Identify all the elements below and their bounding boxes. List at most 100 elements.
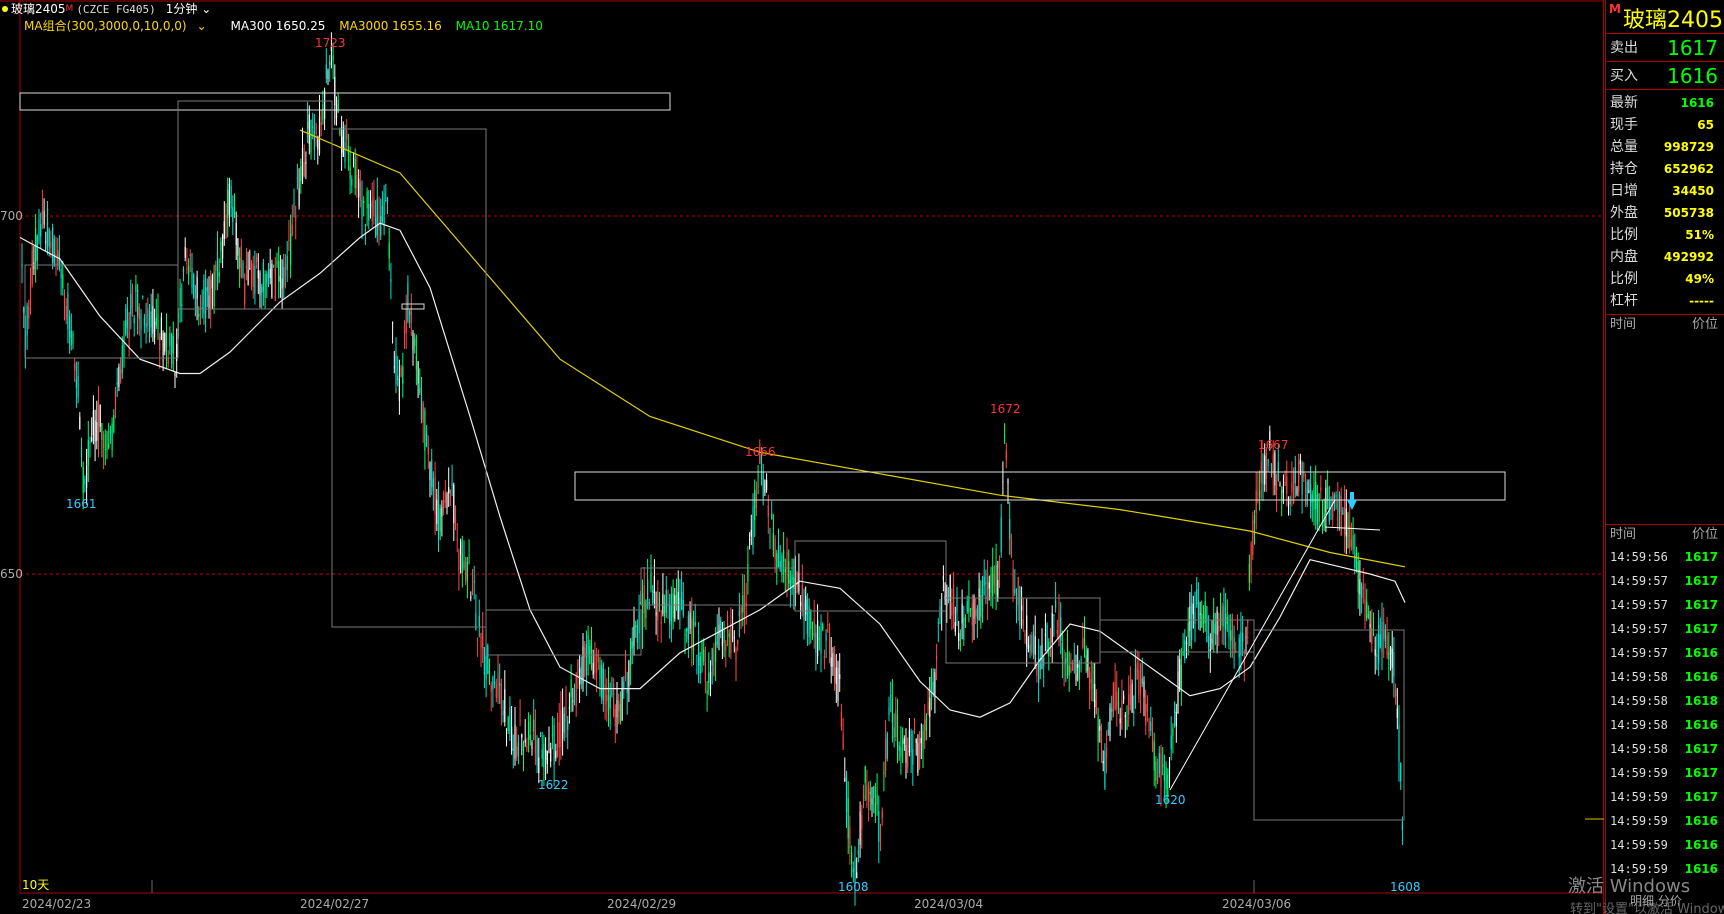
candle-body bbox=[1007, 479, 1009, 484]
candle-body bbox=[857, 850, 859, 855]
candle-body bbox=[383, 202, 385, 227]
candle-body bbox=[140, 313, 142, 329]
candle-body bbox=[1099, 726, 1101, 731]
candle-body bbox=[402, 366, 404, 384]
tick-price: 1617 bbox=[1684, 598, 1718, 612]
candle-body bbox=[1051, 612, 1053, 643]
ma-group-selector[interactable]: MA组合(300,3000,0,10,0,0) ⌄ bbox=[24, 19, 217, 33]
candle-body bbox=[575, 676, 577, 707]
candle-body bbox=[742, 595, 744, 613]
candle-body bbox=[708, 672, 710, 684]
stat-value: 998729 bbox=[1663, 140, 1714, 154]
candle-body bbox=[862, 795, 865, 798]
tick-price: 1616 bbox=[1684, 646, 1718, 660]
candle-body bbox=[79, 416, 81, 429]
candle-body bbox=[1034, 636, 1036, 655]
candle-body bbox=[669, 605, 671, 625]
candle-body bbox=[121, 345, 123, 373]
candle-body bbox=[1296, 487, 1298, 495]
bid-row[interactable]: 买入 1616 bbox=[1606, 62, 1724, 90]
candle-body bbox=[420, 395, 423, 420]
candle-body bbox=[38, 219, 40, 241]
candle-body bbox=[1163, 773, 1165, 781]
tick-price: 1616 bbox=[1684, 838, 1718, 852]
candle-body bbox=[155, 317, 157, 325]
candle-body bbox=[973, 596, 975, 619]
candle-body bbox=[1340, 495, 1342, 536]
candle-body bbox=[1282, 487, 1284, 493]
chart-area[interactable]: 玻璃2405M (CZCE FG405) 1分钟 ⌄ MA组合(300,3000,0… bbox=[0, 0, 1604, 914]
stat-row: 杠杆 ----- bbox=[1606, 290, 1724, 312]
candle-body bbox=[519, 719, 521, 721]
candle-body bbox=[160, 317, 162, 340]
trough-label: 1608 bbox=[1390, 880, 1421, 894]
candle-body bbox=[524, 739, 526, 743]
candle-body bbox=[1032, 632, 1035, 653]
stat-label: 外盘 bbox=[1610, 205, 1638, 221]
candle-body bbox=[1338, 493, 1341, 512]
candle-body bbox=[1133, 711, 1135, 714]
status-tabs[interactable]: 明细 分价 bbox=[1630, 892, 1682, 909]
tick-time: 14:59:58 bbox=[1610, 718, 1668, 732]
candle-body bbox=[791, 574, 793, 584]
candle-body bbox=[573, 685, 576, 688]
candle-body bbox=[837, 668, 839, 701]
candle-body bbox=[874, 802, 876, 815]
candle-body bbox=[1024, 633, 1026, 637]
candle-body bbox=[1191, 602, 1193, 641]
candle-body bbox=[786, 551, 788, 578]
ma3000-value: MA3000 1655.16 bbox=[339, 19, 442, 33]
candle-body bbox=[590, 643, 593, 652]
candle-body bbox=[23, 307, 25, 313]
tick-row: 14:59:58 1617 bbox=[1606, 737, 1724, 761]
candle-body bbox=[800, 601, 802, 607]
ask-row[interactable]: 卖出 1617 bbox=[1606, 34, 1724, 62]
candle-body bbox=[912, 749, 914, 765]
candle-body bbox=[1255, 490, 1257, 514]
candle-body bbox=[599, 665, 601, 679]
candle-body bbox=[182, 268, 185, 273]
candle-body bbox=[378, 214, 380, 230]
candle-body bbox=[96, 422, 98, 441]
stat-value: 51% bbox=[1685, 228, 1714, 242]
candle-body bbox=[1061, 643, 1063, 659]
stat-label: 总量 bbox=[1610, 139, 1638, 155]
price-chart[interactable] bbox=[0, 0, 1604, 914]
stat-value: 652962 bbox=[1663, 162, 1714, 176]
candle-body bbox=[981, 588, 984, 612]
candle-body bbox=[1196, 589, 1198, 604]
peak-label: 1667 bbox=[1258, 438, 1289, 452]
candle-body bbox=[245, 266, 247, 268]
candle-body bbox=[930, 676, 933, 693]
tick-list[interactable]: 14:59:56 1617 14:59:57 1617 14:59:57 1617 14:5… bbox=[1606, 545, 1724, 881]
candle-body bbox=[665, 590, 667, 613]
candle-body bbox=[390, 279, 392, 283]
candle-body bbox=[703, 649, 705, 662]
candle-body bbox=[606, 694, 608, 702]
candle-body bbox=[1352, 535, 1354, 550]
candle-body bbox=[653, 576, 655, 594]
candle-body bbox=[125, 319, 127, 335]
candle-body bbox=[1398, 724, 1400, 762]
candle-body bbox=[529, 735, 531, 740]
tick-price: 1617 bbox=[1684, 766, 1718, 780]
candle-body bbox=[847, 798, 849, 839]
candle-body bbox=[657, 591, 659, 621]
stat-row: 比例 49% bbox=[1606, 268, 1724, 290]
tick-row: 14:59:58 1618 bbox=[1606, 689, 1724, 713]
candle-body bbox=[1293, 473, 1295, 504]
candle-body bbox=[162, 333, 164, 356]
candle-body bbox=[111, 423, 113, 451]
candle-body bbox=[1068, 665, 1070, 676]
peak-label: 1672 bbox=[990, 402, 1021, 416]
candle-body bbox=[1017, 577, 1019, 606]
stat-row: 内盘 492992 bbox=[1606, 246, 1724, 268]
candle-body bbox=[701, 642, 703, 655]
candle-body bbox=[579, 668, 581, 685]
candle-body bbox=[1304, 488, 1307, 505]
period-selector[interactable]: 1分钟 ⌄ bbox=[166, 2, 212, 16]
candle-body bbox=[471, 589, 474, 592]
candle-body bbox=[937, 622, 939, 624]
candle-body bbox=[1286, 475, 1288, 494]
market-marker: M bbox=[1609, 2, 1621, 16]
